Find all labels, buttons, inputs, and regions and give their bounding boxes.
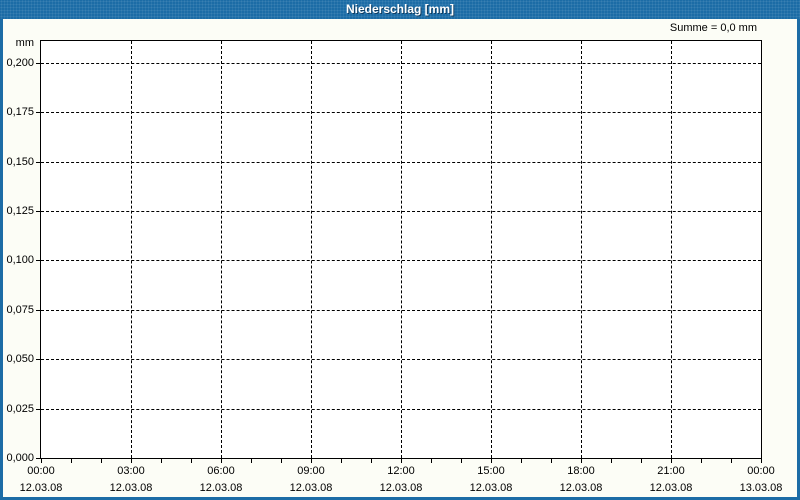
y-axis-tick: [36, 408, 40, 410]
x-axis-tick: [731, 459, 732, 463]
y-axis-unit-label: mm: [15, 37, 34, 49]
x-axis-tick: [161, 459, 162, 463]
x-axis-tick: [611, 459, 612, 463]
x-axis-tick: [191, 459, 192, 463]
y-tick-label: 0,200: [6, 56, 34, 69]
x-axis-tick: [221, 459, 222, 463]
sum-annotation: Summe = 0,0 mm: [669, 22, 757, 34]
x-date-label: 12.03.08: [649, 482, 693, 494]
x-axis-tick: [41, 459, 42, 463]
y-axis-tick: [36, 62, 40, 64]
x-time-label: 00:00: [27, 465, 55, 477]
x-axis-tick: [371, 459, 372, 463]
x-date-label: 12.03.08: [109, 482, 153, 494]
x-axis-tick: [641, 459, 642, 463]
x-time-label: 03:00: [117, 465, 145, 477]
x-time-label: 15:00: [477, 465, 505, 477]
v-gridline: [671, 41, 672, 458]
x-axis-tick: [521, 459, 522, 463]
window-titlebar: Niederschlag [mm]: [0, 0, 800, 19]
x-date-label: 12.03.08: [469, 482, 513, 494]
x-axis-tick: [461, 459, 462, 463]
x-axis-tick: [581, 459, 582, 463]
x-time-label: 06:00: [207, 465, 235, 477]
v-gridline: [401, 41, 402, 458]
x-time-label: 12:00: [387, 465, 415, 477]
y-tick-label: 0,000: [6, 452, 34, 464]
x-time-label: 00:00: [747, 465, 775, 477]
x-axis-tick: [431, 459, 432, 463]
x-axis-tick: [761, 459, 762, 463]
v-gridline: [491, 41, 492, 458]
y-tick-label: 0,125: [6, 204, 34, 217]
x-date-label: 13.03.08: [739, 482, 783, 494]
y-tick-label: 0,100: [6, 254, 34, 267]
x-axis-tick: [701, 459, 702, 463]
y-axis-tick: [36, 309, 40, 311]
y-tick-label: 0,075: [6, 303, 34, 316]
x-axis-tick: [671, 459, 672, 463]
x-date-label: 12.03.08: [199, 482, 243, 494]
precipitation-chart-window: Niederschlag [mm] Summe = 0,0 mm mm 0,20…: [0, 0, 800, 500]
x-time-label: 09:00: [297, 465, 325, 477]
x-date-label: 12.03.08: [289, 482, 333, 494]
y-tick-label: 0,025: [6, 402, 34, 415]
v-gridline: [221, 41, 222, 458]
y-axis-tick: [36, 112, 40, 114]
v-gridline: [581, 41, 582, 458]
x-axis-tick: [251, 459, 252, 463]
v-gridline: [311, 41, 312, 458]
x-date-label: 12.03.08: [19, 482, 63, 494]
chart-title: Niederschlag [mm]: [345, 2, 455, 16]
v-gridline: [131, 41, 132, 458]
x-axis-tick: [281, 459, 282, 463]
x-axis-tick: [491, 459, 492, 463]
x-date-label: 12.03.08: [559, 482, 603, 494]
x-axis-tick: [311, 459, 312, 463]
x-axis-tick: [341, 459, 342, 463]
x-time-label: 18:00: [567, 465, 595, 477]
y-axis-tick: [36, 260, 40, 262]
x-axis-tick: [551, 459, 552, 463]
x-time-label: 21:00: [657, 465, 685, 477]
y-axis-tick: [36, 359, 40, 361]
y-axis-tick: [36, 458, 40, 459]
y-axis-tick: [36, 210, 40, 212]
x-axis-tick: [101, 459, 102, 463]
x-axis-tick: [131, 459, 132, 463]
x-date-label: 12.03.08: [379, 482, 423, 494]
y-axis-tick: [36, 161, 40, 163]
y-tick-label: 0,175: [6, 106, 34, 119]
y-tick-label: 0,150: [6, 155, 34, 168]
x-axis-tick: [401, 459, 402, 463]
y-tick-label: 0,050: [6, 353, 34, 366]
x-axis-tick: [71, 459, 72, 463]
